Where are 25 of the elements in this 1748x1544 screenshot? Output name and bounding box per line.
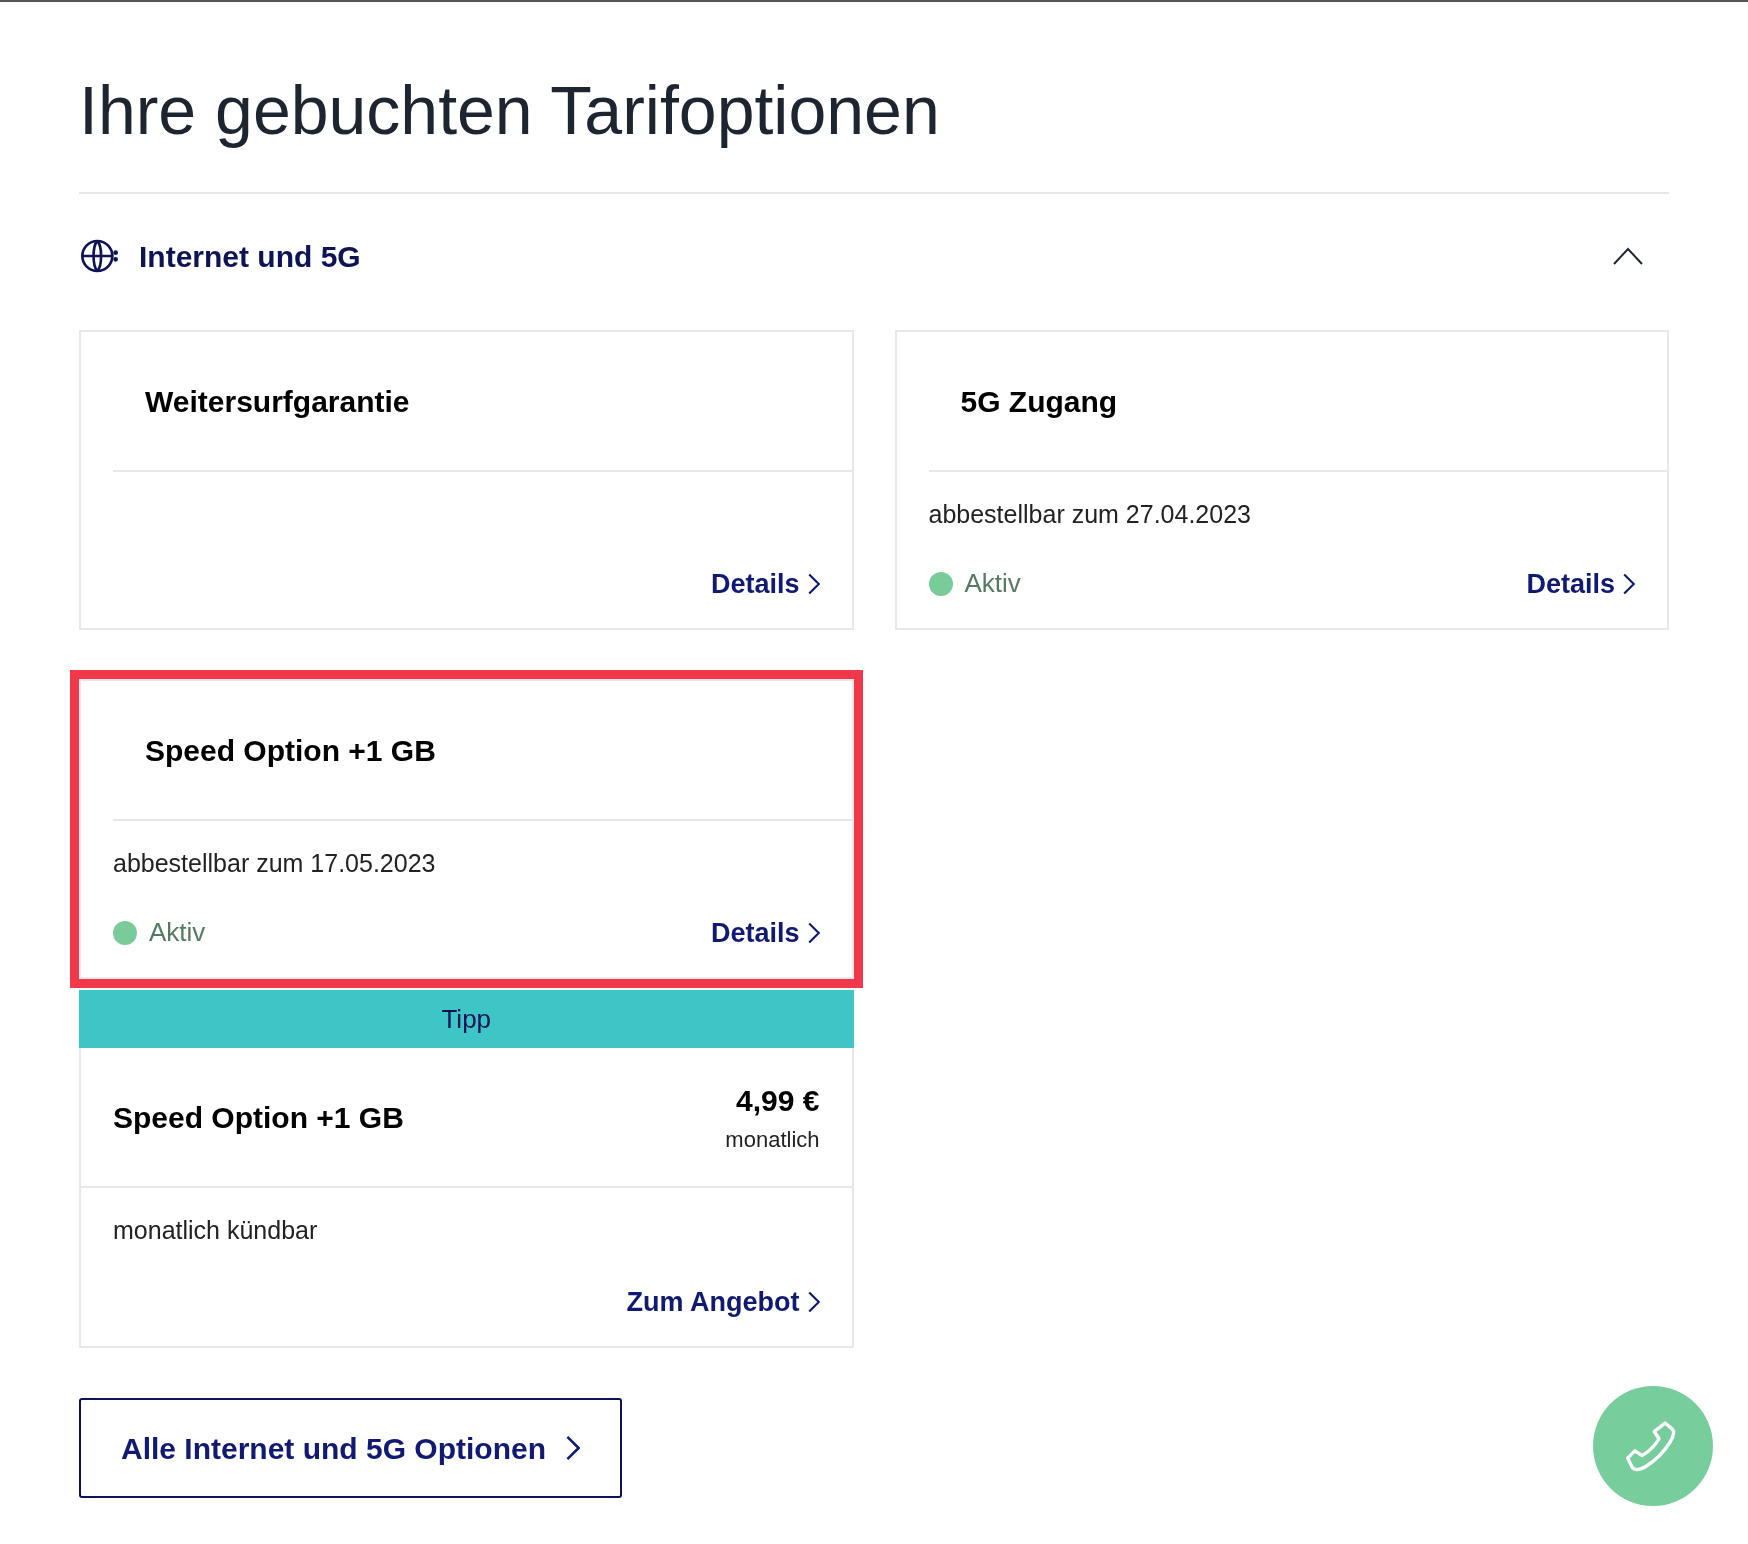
option-title: Weitersurfgarantie [145,383,410,420]
chevron-right-icon [807,1290,820,1313]
option-title: 5G Zugang [960,383,1118,420]
details-link[interactable]: Details [710,912,820,953]
section-header[interactable]: Internet und 5G [79,194,1669,318]
chevron-right-icon [807,921,820,944]
cancel-date-text: abbestellbar zum 27.04.2023 [928,499,1252,530]
all-options-button[interactable]: Alle Internet und 5G Optionen [79,1398,622,1498]
details-link[interactable]: Zum Angebot [626,1281,820,1322]
page-title: Ihre gebuchten Tarifoptionen [79,71,941,150]
tip-banner: Tipp [79,990,854,1048]
price-text: 4,99 € [736,1083,820,1119]
option-title: Speed Option +1 GB [145,732,436,769]
cancel-date-text: abbestellbar zum 17.05.2023 [113,848,437,879]
status-text: Aktiv [964,567,1021,601]
details-link[interactable]: Details [710,563,820,604]
status-text: Aktiv [149,916,206,950]
chevron-up-icon [1613,247,1643,265]
cancel-terms-text: monatlich kündbar [113,1215,319,1246]
chevron-right-icon [1623,572,1635,595]
details-link[interactable]: Details [1526,563,1635,604]
chevron-right-icon [566,1435,580,1461]
chevron-right-icon [807,572,820,595]
offer-title: Speed Option +1 GB [113,1099,404,1136]
period-text: monatlich [725,1126,820,1154]
